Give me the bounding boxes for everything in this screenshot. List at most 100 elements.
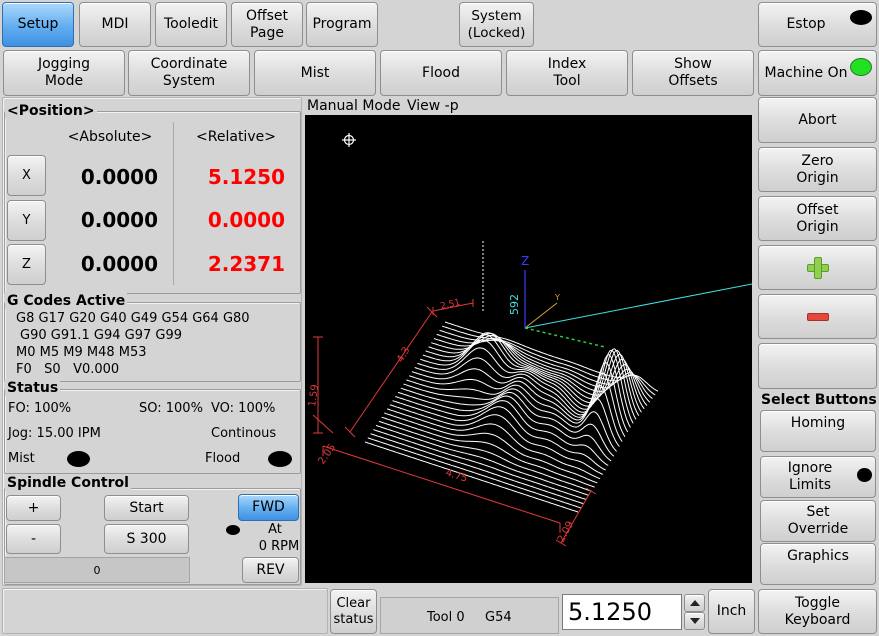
mist-led-icon — [67, 451, 90, 467]
offset-page-tab-button[interactable]: Offset Page — [231, 2, 303, 47]
offset-origin-button[interactable]: Offset Origin — [758, 196, 877, 241]
plus-icon — [808, 258, 828, 278]
mist-button[interactable]: Mist — [254, 50, 376, 96]
program-tab-button[interactable]: Program — [306, 2, 378, 47]
gcodes-title: G Codes Active — [5, 293, 128, 309]
entry-decrement-button[interactable] — [684, 612, 705, 630]
dimension-label-top: 2.51 — [440, 298, 462, 312]
machine-on-label: Machine On — [764, 64, 848, 81]
spindle-start-button[interactable]: Start — [104, 495, 189, 521]
ignore-limits-button[interactable]: Ignore Limits — [760, 456, 876, 498]
set-override-button[interactable]: Set Override — [760, 500, 876, 542]
index-tool-button[interactable]: Index Tool — [506, 50, 628, 96]
current-tool-text: Tool 0 — [427, 610, 465, 625]
toolpath-line — [373, 429, 587, 501]
spindle-rpm-text: 0 RPM — [258, 539, 300, 554]
spindle-decrease-button[interactable]: - — [6, 524, 61, 554]
toolpath-line — [442, 325, 656, 396]
spindle-speed-button[interactable]: S 300 — [104, 524, 189, 554]
gcodes-line: G90 G91.1 G94 G97 G99 — [20, 328, 183, 343]
toolpath-line — [370, 433, 584, 505]
setup-tab-button[interactable]: Setup — [2, 2, 74, 47]
relative-header: <Relative> — [196, 129, 276, 145]
arrow-up-icon — [689, 600, 700, 606]
feed-override-text: FO: 100% — [8, 401, 72, 416]
z-axis-label: Z — [521, 254, 529, 268]
absolute-header: <Absolute> — [67, 129, 153, 145]
position-title: <Position> — [5, 103, 97, 119]
spindle-load-text: 0 — [93, 563, 101, 577]
spindle-increase-button[interactable]: + — [6, 495, 61, 521]
dimension-label-height: 1.59 — [307, 384, 321, 408]
toggle-keyboard-button[interactable]: Toggle Keyboard — [758, 589, 877, 634]
dimension-label-left: 4.3 — [395, 345, 412, 364]
tooledit-tab-button[interactable]: Tooledit — [155, 2, 227, 47]
flood-status-label: Flood — [205, 451, 241, 466]
y-axis-label: Y — [554, 293, 560, 302]
toolpath-preview[interactable]: Z Y 592 2.51 4.3 1.59 2.05 4.75 2.09 — [305, 115, 752, 583]
gcodes-line: M0 M5 M9 M48 M53 — [16, 345, 147, 360]
axis-z-button[interactable]: Z — [7, 244, 46, 285]
position-column-divider — [173, 122, 174, 285]
spindle-title: Spindle Control — [5, 475, 131, 491]
spindle-reverse-button[interactable]: REV — [242, 557, 299, 583]
homing-button[interactable]: Homing — [760, 410, 876, 452]
axis-x-relative-value: 5.1250 — [207, 165, 285, 189]
ignore-limits-label: Ignore Limits — [787, 460, 833, 493]
dimension-line-left — [344, 306, 438, 438]
estop-button[interactable]: Estop — [758, 2, 877, 47]
axis-y-relative-value: 0.0000 — [207, 208, 285, 232]
gcodes-line: F0 S0 V0.000 — [16, 362, 120, 377]
axis-value-label: 592 — [508, 294, 521, 315]
entry-increment-button[interactable] — [684, 594, 705, 612]
toolpath-line — [364, 441, 579, 513]
estop-led-icon — [850, 10, 872, 25]
axis-z-absolute-value: 0.0000 — [80, 252, 158, 276]
mdi-tab-button[interactable]: MDI — [79, 2, 151, 47]
message-area — [2, 588, 328, 634]
axis-z-relative-value: 2.2371 — [207, 252, 285, 276]
zero-origin-button[interactable]: Zero Origin — [758, 147, 877, 192]
x-axis-line — [524, 327, 606, 348]
abort-button[interactable]: Abort — [758, 97, 877, 143]
spindle-load-bar: 0 — [4, 557, 190, 583]
increase-button[interactable] — [758, 245, 877, 290]
axis-y-absolute-value: 0.0000 — [80, 208, 158, 232]
select-buttons-title: Select Buttons — [759, 392, 879, 408]
jogging-mode-button[interactable]: Jogging Mode — [3, 50, 125, 96]
toolpath-line — [378, 420, 592, 492]
dimension-label-right: 2.09 — [556, 520, 576, 545]
plus-icon-center — [815, 265, 821, 271]
estop-label: Estop — [786, 16, 826, 32]
toolpath-line — [403, 383, 617, 452]
mist-status-label: Mist — [8, 451, 35, 466]
spindle-at-speed-led-icon — [226, 525, 240, 535]
spindle-forward-button[interactable]: FWD — [238, 494, 299, 521]
arrow-down-icon — [689, 618, 700, 624]
toolpath-line — [400, 387, 615, 457]
decrease-button[interactable] — [758, 294, 877, 339]
ignore-limits-led-icon — [857, 468, 872, 482]
preview-mode-label: Manual Mode — [307, 98, 401, 114]
blank-button[interactable] — [758, 343, 877, 389]
axis-x-button[interactable]: X — [7, 155, 46, 196]
graphics-button[interactable]: Graphics — [760, 543, 876, 585]
machine-on-button[interactable]: Machine On — [758, 50, 877, 96]
minus-icon — [808, 314, 828, 320]
axis-y-button[interactable]: Y — [7, 200, 46, 241]
coordinate-system-button[interactable]: Coordinate System — [128, 50, 250, 96]
units-inch-button[interactable]: Inch — [708, 589, 755, 634]
system-locked-button[interactable]: System (Locked) — [459, 2, 534, 47]
axis-x-absolute-value: 0.0000 — [80, 165, 158, 189]
dimension-label-corner: 2.05 — [316, 442, 338, 467]
clear-status-button[interactable]: Clear status — [330, 589, 377, 634]
y-axis-line — [524, 302, 558, 329]
numeric-entry-field[interactable]: 5.1250 — [562, 594, 682, 630]
machine-on-led-icon — [850, 58, 872, 76]
show-offsets-button[interactable]: Show Offsets — [632, 50, 754, 96]
flood-button[interactable]: Flood — [380, 50, 502, 96]
toolpath-preview-canvas[interactable]: Z Y 592 2.51 4.3 1.59 2.05 4.75 2.09 — [305, 115, 752, 583]
jog-rate-text: Jog: 15.00 IPM — [8, 426, 101, 441]
spindle-at-speed-label: At — [268, 522, 282, 537]
dimension-group — [312, 299, 597, 547]
